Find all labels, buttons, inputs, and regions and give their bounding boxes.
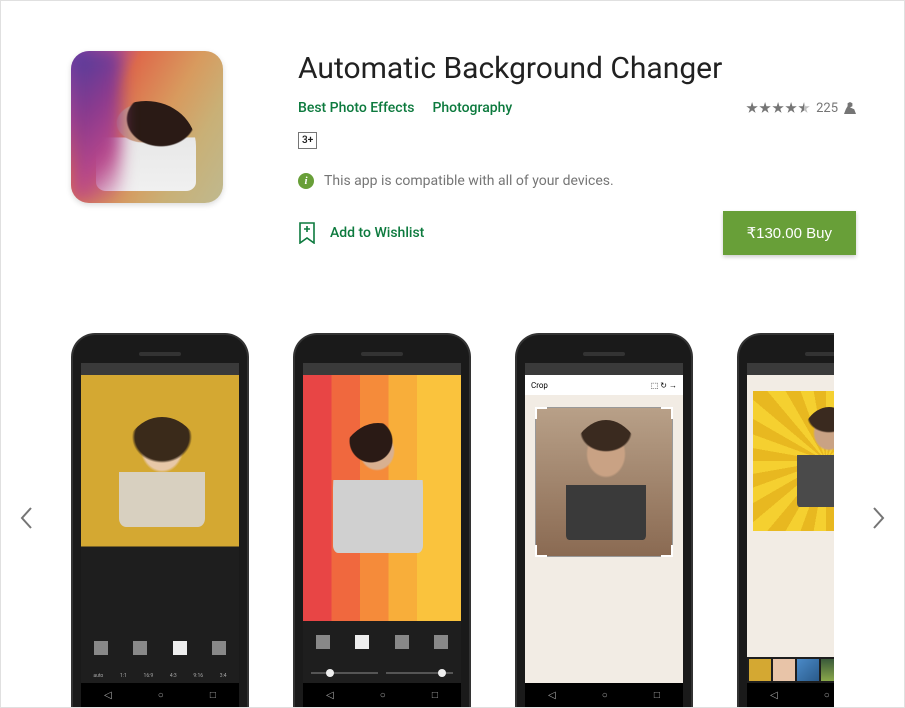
thumb-item	[821, 659, 834, 681]
buy-button[interactable]: ₹130.00 Buy	[723, 211, 856, 255]
category-link[interactable]: Photography	[432, 100, 512, 116]
crop-icon	[173, 641, 187, 655]
info-icon	[298, 173, 314, 189]
age-rating-badge: 3+	[298, 132, 317, 149]
thumb-item	[797, 659, 819, 681]
meta-links: Best Photo Effects Photography	[298, 100, 512, 116]
developer-link[interactable]: Best Photo Effects	[298, 100, 414, 116]
crop-icon	[395, 635, 409, 649]
carousel-prev-button[interactable]	[9, 496, 43, 544]
bookmark-add-icon	[298, 222, 316, 244]
thumb-item	[773, 659, 795, 681]
app-title: Automatic Background Changer	[298, 51, 856, 86]
gallery-icon	[316, 635, 330, 649]
gallery-icon	[94, 641, 108, 655]
thumb-item	[749, 659, 771, 681]
editor-toolbar	[303, 621, 461, 663]
compatibility-row: This app is compatible with all of your …	[298, 173, 856, 189]
share-icon	[434, 635, 448, 649]
screenshot-1[interactable]: auto1:116:94:39:163:4 ◁○□	[71, 333, 249, 707]
screenshots-row: auto1:116:94:39:163:4 ◁○□	[71, 333, 834, 707]
person-icon	[133, 641, 147, 655]
carousel-next-button[interactable]	[862, 496, 896, 544]
background-thumbs	[747, 657, 834, 683]
person-icon	[355, 635, 369, 649]
screenshot-4[interactable]: ◁○□	[737, 333, 834, 707]
crop-header: Crop ⬚ ↻ →	[525, 375, 683, 395]
crop-frame	[535, 407, 673, 557]
meta-row: Best Photo Effects Photography 225	[298, 100, 856, 116]
rating-block[interactable]: 225	[746, 101, 856, 116]
action-row: Add to Wishlist ₹130.00 Buy	[298, 211, 856, 255]
app-icon[interactable]	[71, 51, 223, 203]
stars-icon	[746, 102, 810, 114]
wishlist-label: Add to Wishlist	[330, 225, 424, 241]
sunburst-preview	[753, 391, 834, 531]
slider-row	[303, 663, 461, 683]
share-icon	[212, 641, 226, 655]
crop-actions: ⬚ ↻ →	[651, 381, 677, 390]
rating-count: 225	[816, 101, 838, 116]
screenshots-carousel: auto1:116:94:39:163:4 ◁○□	[1, 333, 904, 707]
compatibility-text: This app is compatible with all of your …	[324, 173, 614, 189]
screenshot-3[interactable]: Crop ⬚ ↻ → ◁○□	[515, 333, 693, 707]
wishlist-button[interactable]: Add to Wishlist	[298, 222, 424, 244]
app-header: Automatic Background Changer Best Photo …	[1, 1, 904, 255]
editor-toolbar	[81, 627, 239, 669]
person-icon	[844, 102, 856, 114]
screenshot-2[interactable]: ◁○□	[293, 333, 471, 707]
app-details: Automatic Background Changer Best Photo …	[298, 51, 856, 255]
crop-label: Crop	[531, 381, 548, 390]
ratio-row: auto1:116:94:39:163:4	[81, 669, 239, 683]
